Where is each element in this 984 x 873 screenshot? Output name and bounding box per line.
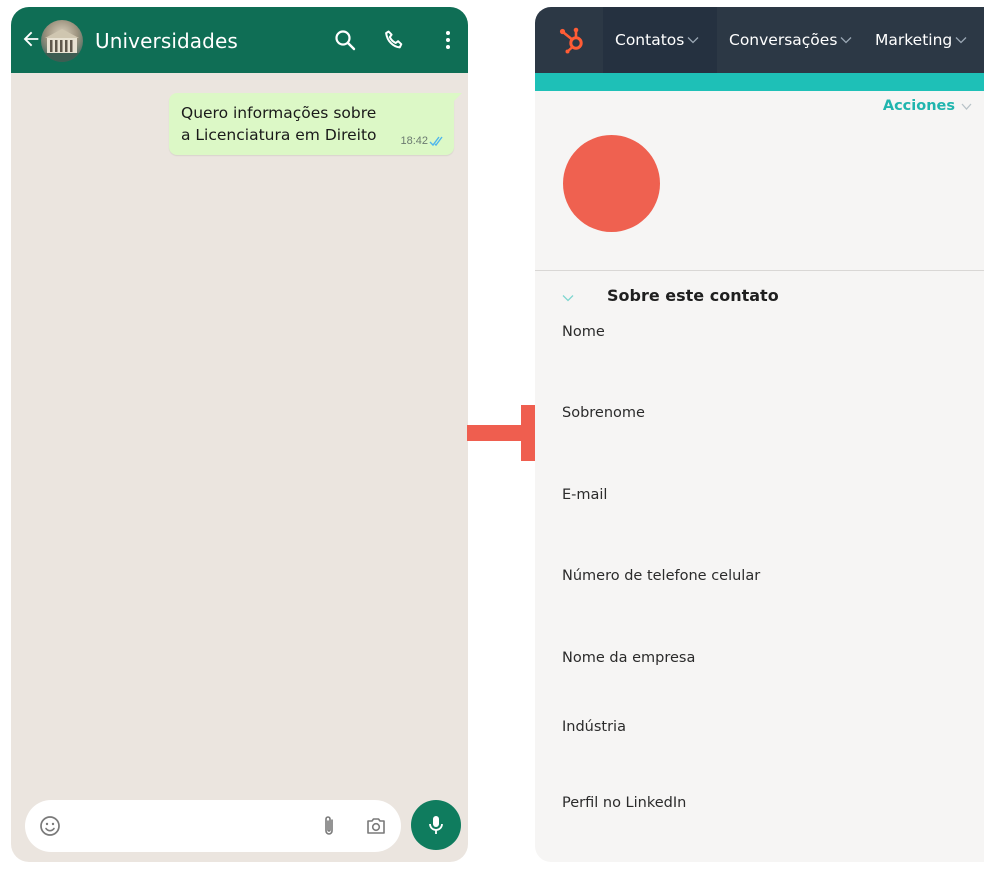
chevron-down-icon (840, 37, 852, 44)
message-text: Quero informações sobre a Licenciatura e… (181, 104, 377, 144)
attach-icon[interactable] (319, 814, 339, 838)
chat-header: Universidades (11, 7, 468, 73)
whatsapp-chat-window: Universidades Quero informações sobre a … (11, 7, 468, 862)
contact-avatar (563, 135, 660, 232)
outgoing-message-bubble[interactable]: Quero informações sobre a Licenciatura e… (169, 93, 462, 155)
connector-bar (521, 405, 535, 461)
connector-line (467, 425, 525, 441)
message-input-field[interactable] (25, 800, 401, 852)
hubspot-logo-icon[interactable] (557, 25, 587, 55)
mic-icon (429, 816, 443, 834)
actions-dropdown[interactable]: Acciones (883, 98, 972, 114)
double-check-icon (429, 136, 443, 147)
nav-tab-contatos[interactable]: Contatos (603, 7, 717, 73)
accent-bar (535, 73, 984, 91)
camera-icon[interactable] (364, 814, 388, 838)
section-title[interactable]: Sobre este contato (607, 286, 779, 305)
divider (535, 270, 984, 271)
more-vert-icon[interactable] (436, 28, 460, 52)
hubspot-contact-panel: Contatos Conversações Marketing Acciones… (535, 7, 984, 862)
nav-tab-marketing[interactable]: Marketing (875, 7, 967, 73)
nav-tab-label: Marketing (875, 31, 953, 49)
field-label-telefone: Número de telefone celular (562, 568, 761, 584)
nav-tab-label: Contatos (615, 31, 685, 49)
phone-icon[interactable] (382, 28, 406, 52)
actions-label: Acciones (882, 98, 955, 114)
mic-button[interactable] (411, 800, 461, 850)
field-label-email: E-mail (562, 487, 608, 503)
nav-tab-conversacoes[interactable]: Conversações (729, 7, 852, 73)
back-arrow-icon[interactable] (20, 28, 42, 50)
field-label-sobrenome: Sobrenome (562, 405, 645, 421)
bubble-tail (452, 93, 462, 103)
field-label-empresa: Nome da empresa (562, 650, 696, 666)
chevron-down-icon (687, 37, 699, 44)
message-time: 18:42 (400, 135, 428, 147)
field-label-nome: Nome (562, 324, 605, 340)
field-label-linkedin: Perfil no LinkedIn (562, 795, 687, 811)
field-label-industria: Indústria (562, 719, 626, 735)
chevron-down-icon (961, 103, 972, 110)
chevron-down-icon[interactable] (562, 294, 574, 302)
contact-name[interactable]: Universidades (95, 29, 238, 53)
chevron-down-icon (955, 37, 967, 44)
emoji-icon[interactable] (38, 814, 62, 838)
top-navigation: Contatos Conversações Marketing (535, 7, 984, 73)
contact-avatar[interactable] (41, 20, 83, 62)
nav-tab-label: Conversações (729, 31, 838, 49)
search-icon[interactable] (333, 28, 357, 52)
